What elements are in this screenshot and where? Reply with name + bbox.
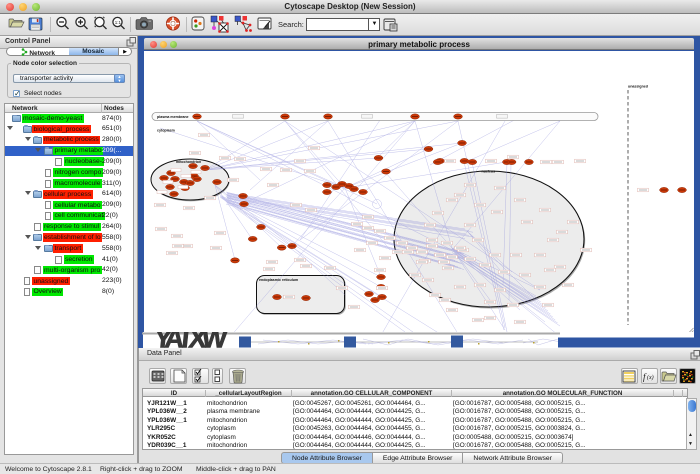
svg-text:endoplasmic reticulum: endoplasmic reticulum xyxy=(259,278,298,282)
svg-text:1:1: 1:1 xyxy=(115,20,122,25)
svg-text:nucleus: nucleus xyxy=(482,170,496,174)
svg-text:unassigned: unassigned xyxy=(628,85,648,89)
svg-text:YATXW: YATXW xyxy=(153,332,230,348)
svg-text:(x): (x) xyxy=(647,374,654,381)
svg-text:cytoplasm: cytoplasm xyxy=(157,129,175,133)
svg-text:mitochondrion: mitochondrion xyxy=(176,160,201,164)
svg-text:plasma membrane: plasma membrane xyxy=(157,115,189,119)
